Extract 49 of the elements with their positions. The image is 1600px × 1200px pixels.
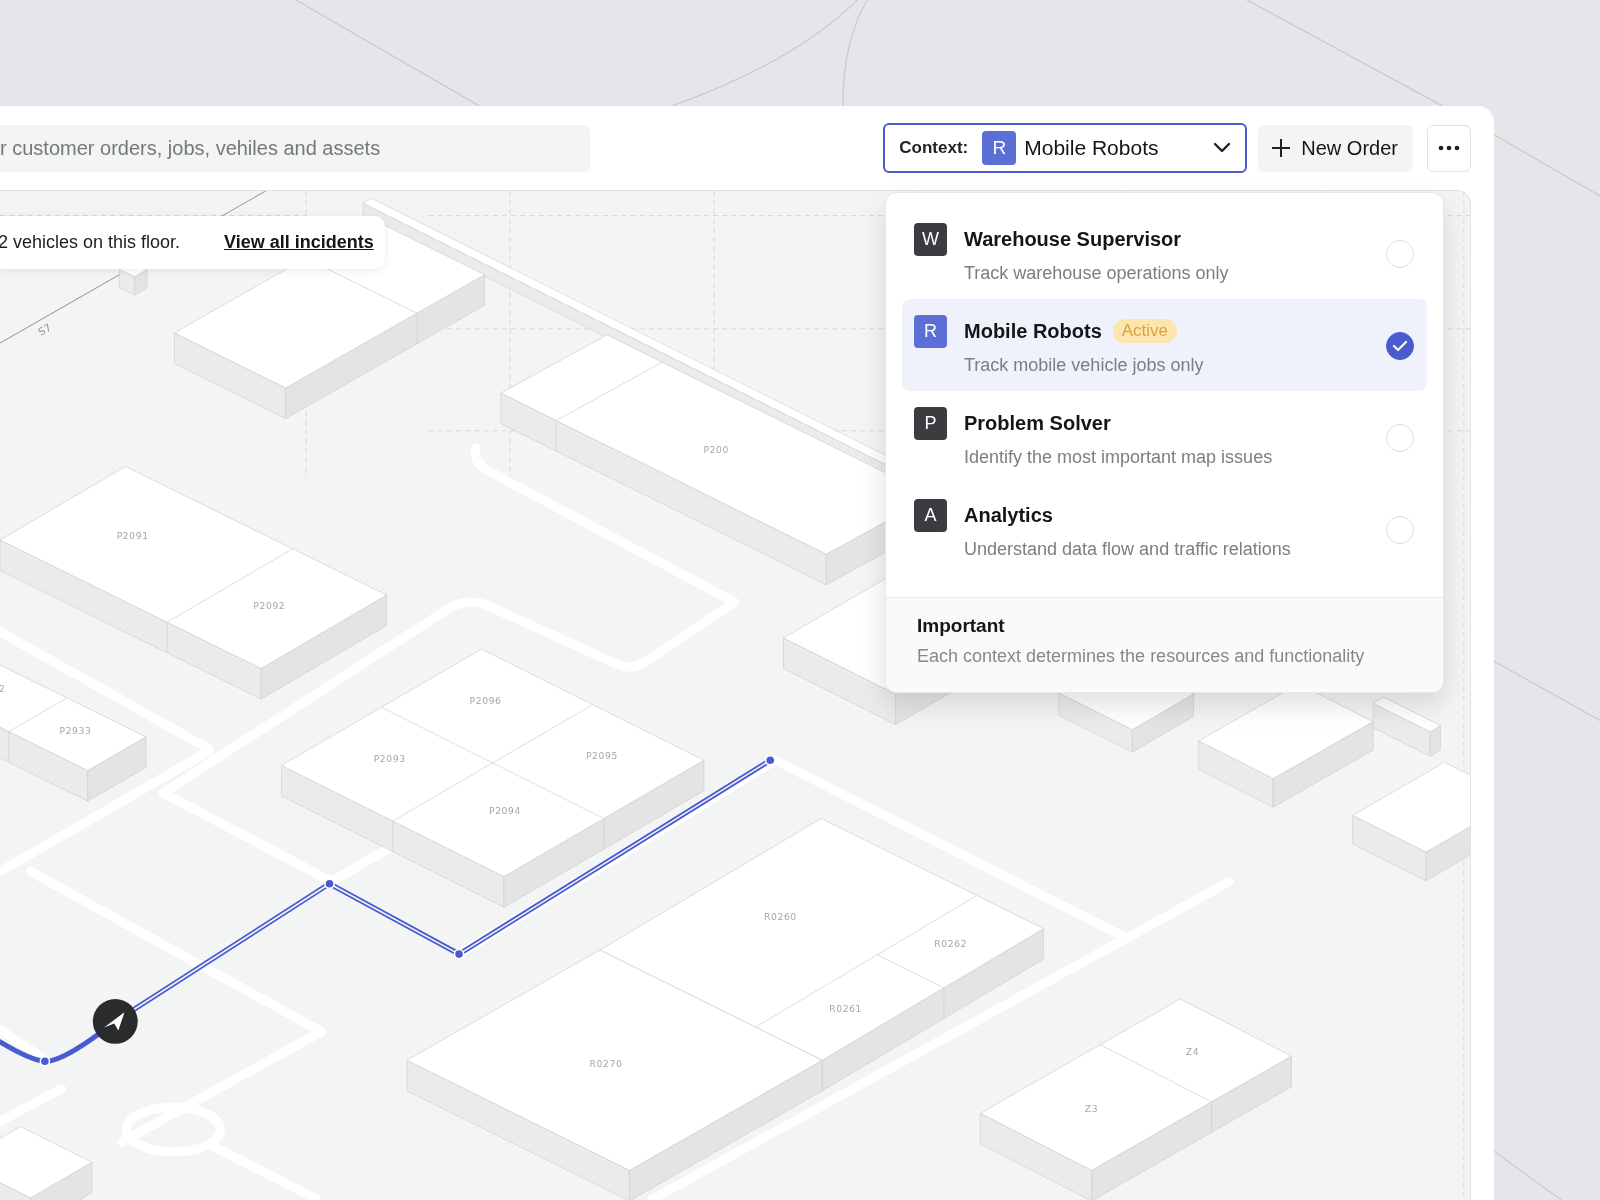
block-label: R0261 [829, 1003, 863, 1015]
radio-button[interactable] [1386, 332, 1414, 360]
option-badge: P [914, 407, 947, 440]
context-option[interactable]: R Mobile Robots Active Track mobile vehicle jobs only [902, 299, 1427, 391]
block-label: 2 [0, 682, 6, 694]
active-tag: Active [1112, 319, 1178, 343]
option-badge: R [914, 315, 947, 348]
option-title: Warehouse Supervisor [964, 227, 1182, 252]
block-label: P2093 [373, 753, 406, 765]
block-label: Z4 [1185, 1046, 1200, 1058]
context-option[interactable]: A Analytics Understand data flow and traffic relations [902, 483, 1427, 575]
check-icon [1392, 340, 1408, 352]
plus-icon [1271, 138, 1292, 158]
more-button[interactable] [1427, 124, 1471, 172]
option-badge: A [914, 499, 947, 532]
option-description: Track mobile vehicle jobs only [964, 354, 1205, 377]
context-label: Context: [899, 138, 969, 158]
option-description: Understand data flow and traffic relations [964, 538, 1292, 561]
option-badge: W [914, 223, 947, 256]
note-text: Each context determines the resources and functionality [917, 645, 1366, 668]
block-label: P2094 [489, 805, 521, 817]
vehicle-marker[interactable] [92, 999, 138, 1044]
more-icon [1438, 145, 1460, 151]
context-value: Mobile Robots [1024, 136, 1159, 160]
block-label: P2091 [116, 529, 149, 541]
block-label: P2933 [59, 724, 92, 736]
block-label: R0262 [934, 937, 968, 949]
chevron-down-icon [1213, 142, 1232, 154]
block-label: P2095 [585, 750, 618, 762]
option-description: Identify the most important map issues [964, 446, 1274, 469]
context-badge: R [982, 131, 1017, 165]
zone-label: S7 [36, 321, 53, 338]
block-label: P200 [703, 444, 729, 456]
option-title: Problem Solver [964, 411, 1111, 436]
option-title: Analytics [964, 503, 1053, 528]
block-label: R0260 [764, 911, 797, 923]
option-title: Mobile Robots [964, 319, 1102, 344]
context-option[interactable]: W Warehouse Supervisor Track warehouse operations only [902, 207, 1427, 299]
note-title: Important [917, 614, 1006, 638]
block-label: Z3 [1084, 1103, 1099, 1115]
search-field[interactable]: r customer orders, jobs, vehiles and assets [0, 124, 590, 172]
new-order-button[interactable]: New Order [1258, 124, 1413, 172]
block-label: P2092 [253, 600, 286, 612]
block-label: R0270 [589, 1058, 623, 1070]
context-dropdown[interactable]: Context: R Mobile Robots [883, 123, 1248, 173]
option-description: Track warehouse operations only [964, 262, 1230, 285]
block-label: P2096 [469, 695, 502, 707]
context-option[interactable]: P Problem Solver Identify the most important map issues [902, 391, 1427, 483]
view-incidents-link[interactable]: View all incidents [224, 232, 374, 253]
